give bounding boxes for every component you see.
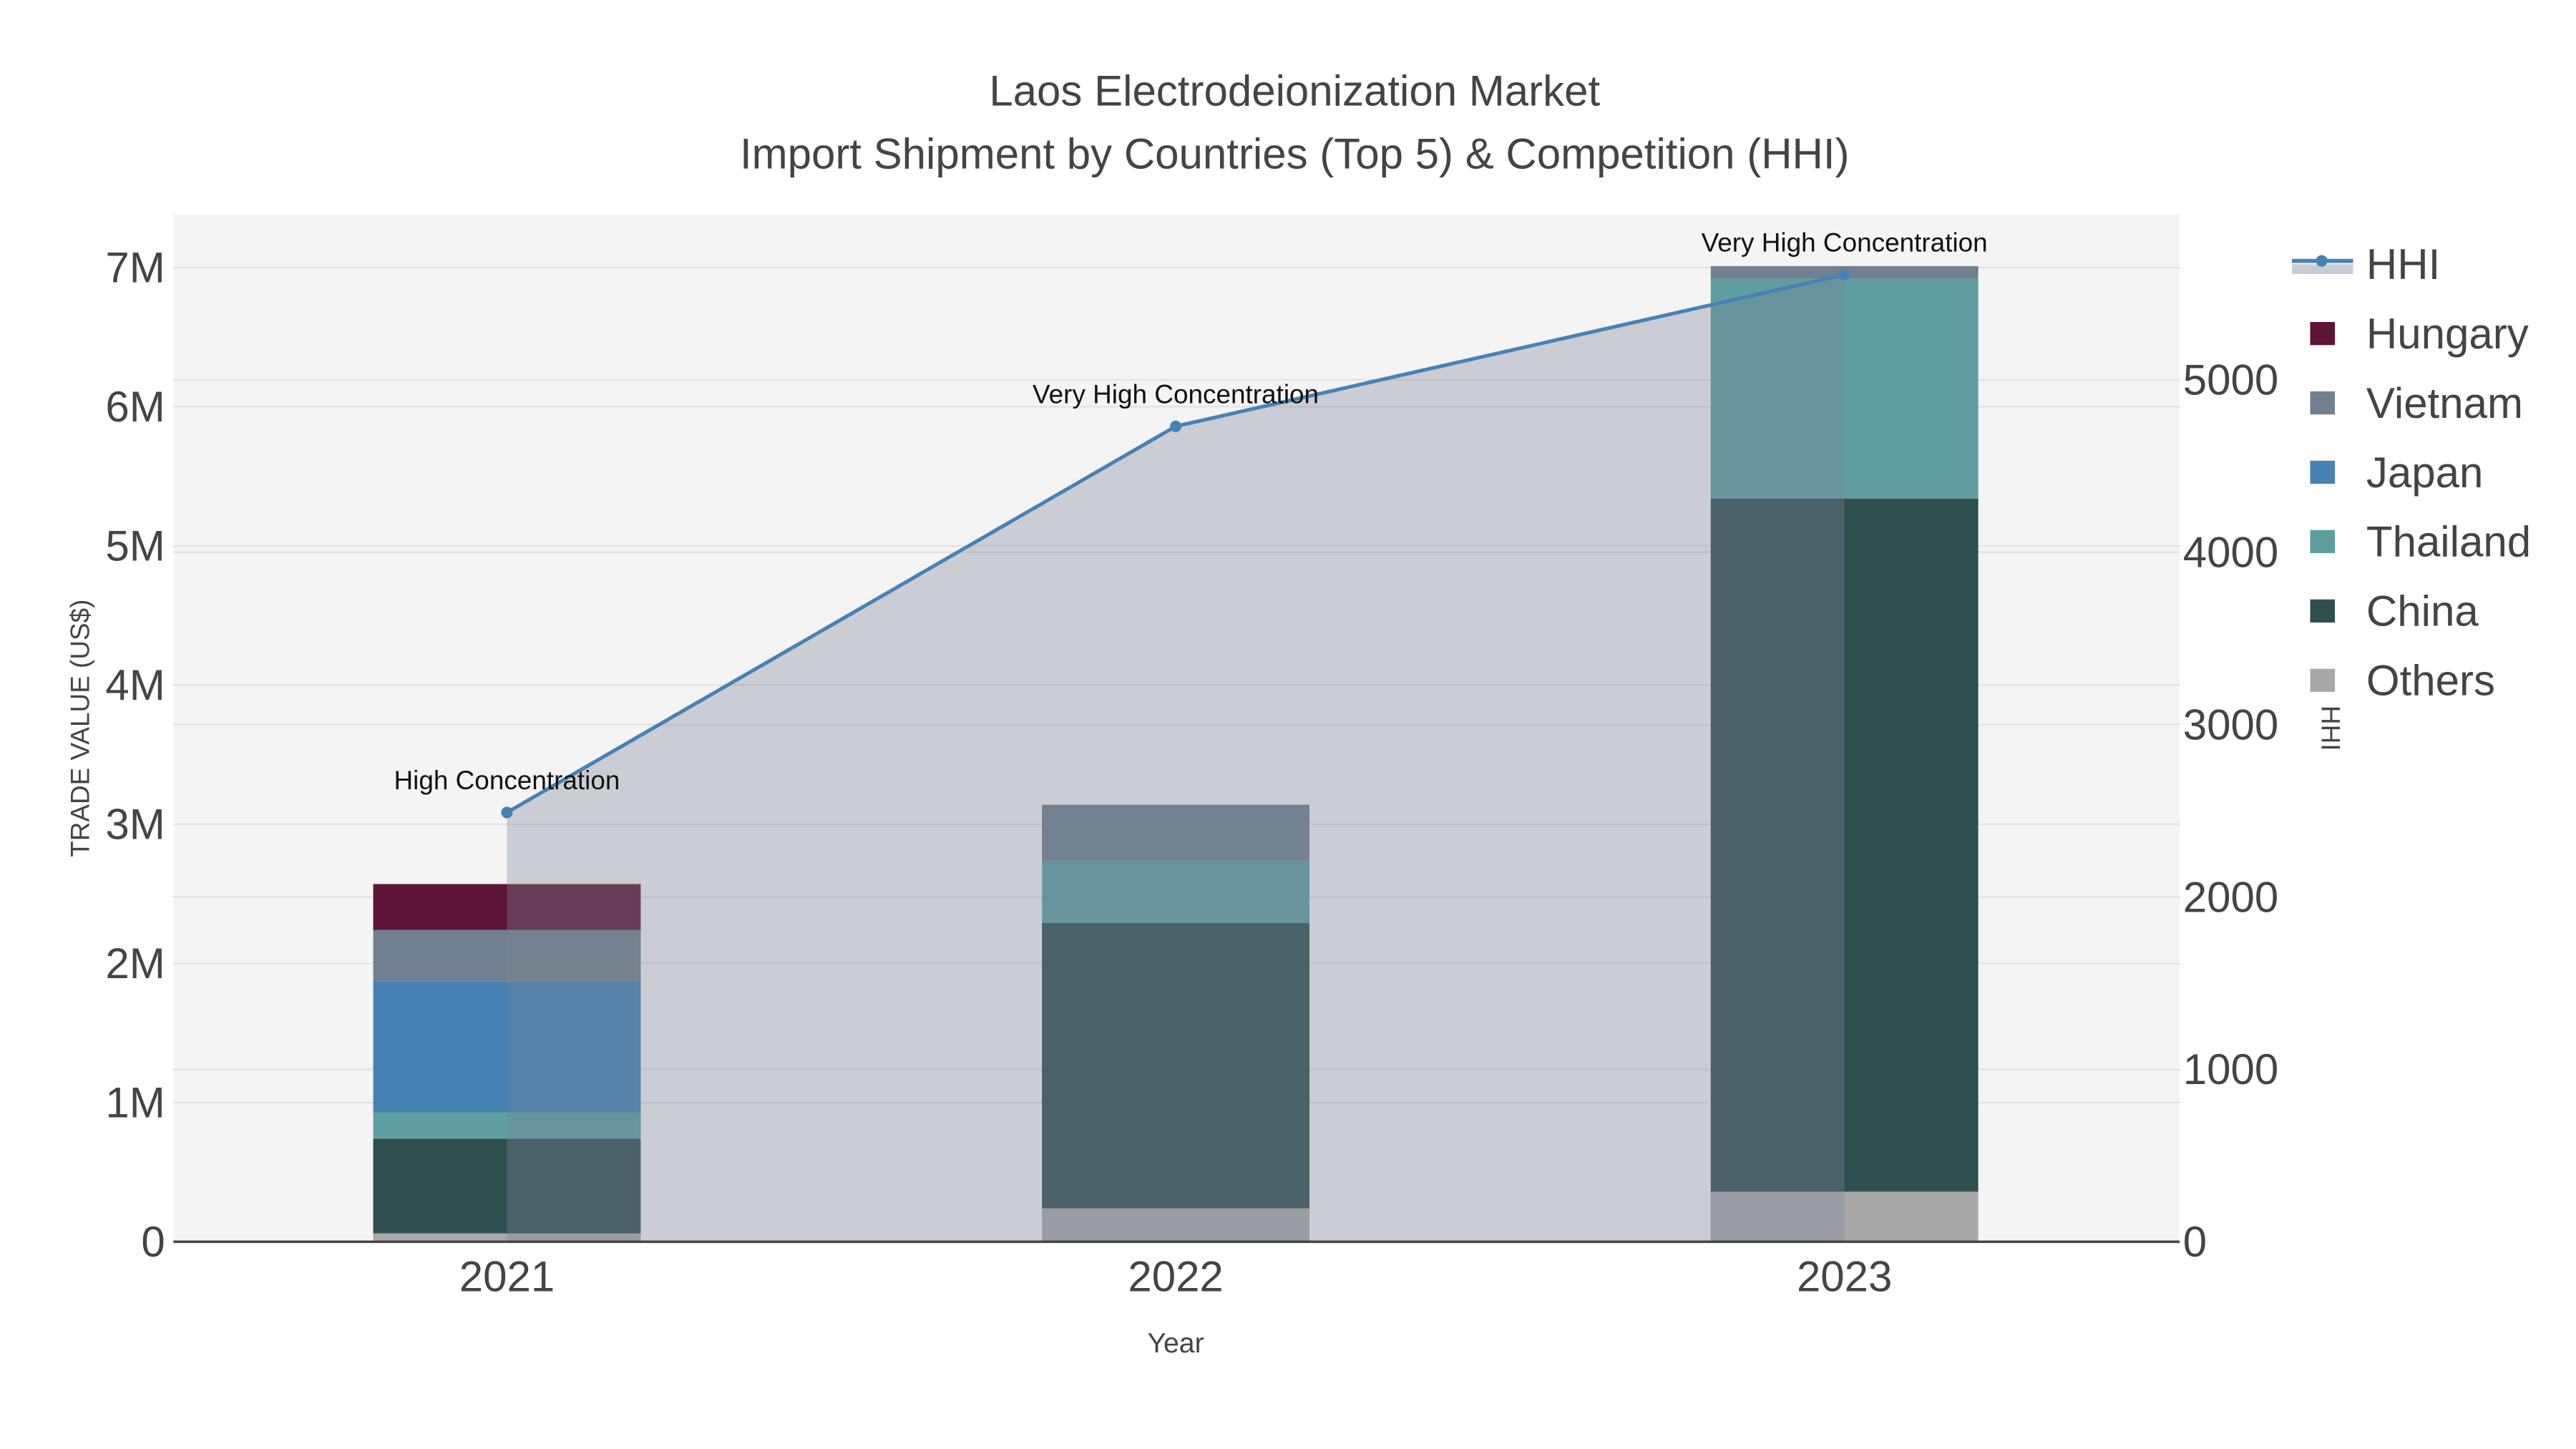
legend-swatch-japan — [2310, 460, 2336, 484]
legend-swatch-thailand — [2310, 530, 2336, 554]
chart-title-line2: Import Shipment by Countries (Top 5) & C… — [740, 130, 1850, 177]
legend-label-vietnam: Vietnam — [2366, 379, 2523, 427]
y2-tick-label: 5000 — [2183, 356, 2278, 404]
hhi-point-2021 — [501, 806, 513, 819]
y2-tick-label: 2000 — [2183, 873, 2278, 921]
x-tick-label: 2023 — [1797, 1253, 1892, 1301]
hhi-point-2022 — [1170, 420, 1182, 432]
legend-label-china: China — [2366, 587, 2479, 635]
y-axis-label: TRADE VALUE (US$) — [66, 600, 95, 857]
legend-label-thailand: Thailand — [2366, 518, 2531, 566]
x-axis-label: Year — [1147, 1327, 1204, 1359]
y2-tick-label: 3000 — [2183, 701, 2278, 748]
legend-label-hhi: HHI — [2366, 240, 2440, 288]
legend-label-hungary: Hungary — [2366, 310, 2529, 358]
y2-axis-ticks: 0 1000 2000 3000 4000 5000 — [2183, 356, 2278, 1267]
y-tick-label: 2M — [105, 940, 165, 987]
hhi-annotation: Very High Concentration — [1033, 380, 1319, 409]
legend-swatch-others — [2310, 668, 2336, 692]
hhi-annotation: High Concentration — [394, 766, 620, 795]
hhi-annotation: Very High Concentration — [1702, 228, 1988, 257]
legend: HHI Hungary Vietnam Japan Thailand China Other… — [2292, 240, 2531, 705]
legend-label-others: Others — [2366, 657, 2495, 705]
y-tick-label: 5M — [105, 522, 165, 570]
y-tick-label: 3M — [105, 801, 165, 849]
y-tick-label: 7M — [105, 244, 165, 292]
x-axis-ticks: 2021 2022 2023 — [459, 1253, 1893, 1301]
legend-swatch-hungary — [2310, 322, 2336, 346]
y2-axis-label: HHI — [2316, 706, 2346, 751]
legend-swatch-vietnam — [2310, 391, 2336, 415]
y-tick-label: 6M — [105, 383, 165, 431]
y-tick-label: 4M — [105, 661, 165, 709]
chart: Laos Electrodeionization Market Import S… — [66, 67, 2531, 1359]
hhi-point-2023 — [1838, 268, 1850, 280]
legend-swatch-china — [2310, 599, 2336, 623]
y2-tick-label: 4000 — [2183, 528, 2278, 576]
x-tick-label: 2022 — [1128, 1253, 1223, 1301]
chart-title-line1: Laos Electrodeionization Market — [989, 67, 1600, 115]
y2-tick-label: 1000 — [2183, 1045, 2278, 1093]
y2-tick-label: 0 — [2183, 1218, 2207, 1266]
y-tick-label: 0 — [141, 1218, 165, 1266]
legend-label-japan: Japan — [2366, 449, 2483, 497]
legend-hhi-marker — [2316, 255, 2328, 267]
y-tick-label: 1M — [105, 1079, 165, 1127]
y-axis-ticks: 0 1M 2M 3M 4M 5M 6M 7M — [105, 244, 165, 1267]
x-tick-label: 2021 — [459, 1253, 555, 1301]
